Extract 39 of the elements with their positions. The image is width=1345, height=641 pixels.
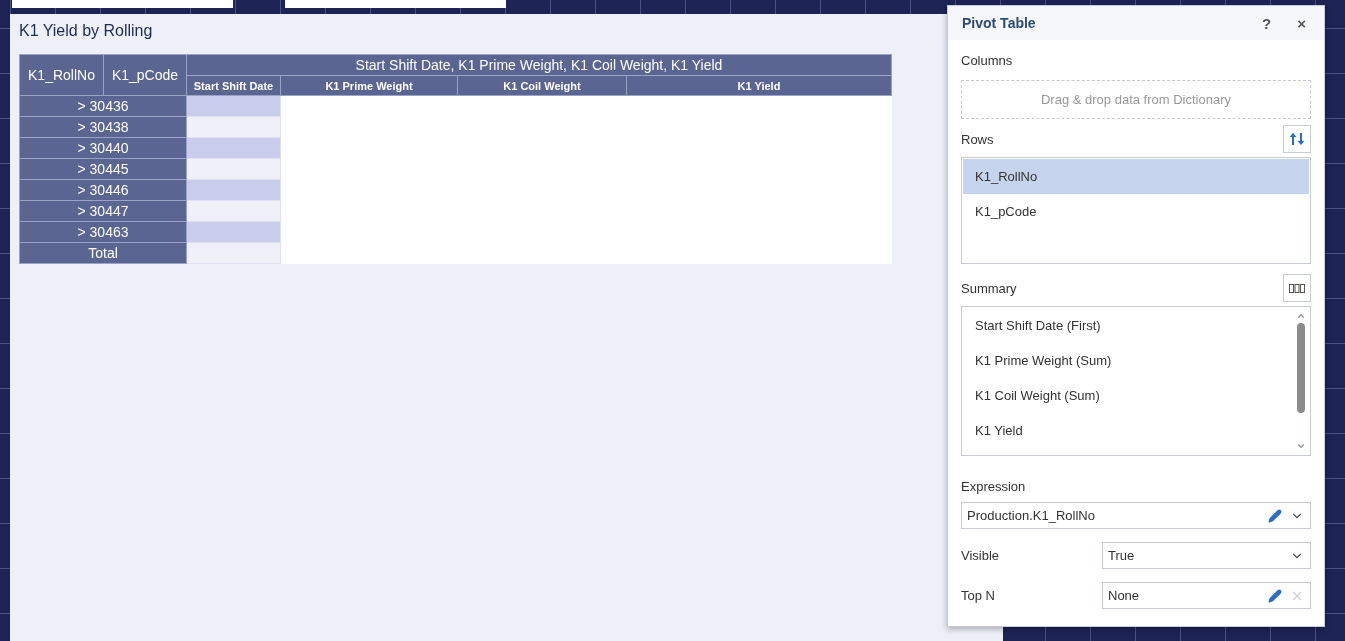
list-item[interactable]: K1 Coil Weight (Sum): [963, 378, 1295, 413]
list-item[interactable]: K1_pCode: [963, 194, 1309, 229]
column-group-header: Start Shift Date, K1 Prime Weight, K1 Coil Weight, K1 Yield: [186, 54, 892, 76]
field-label: Top N: [961, 588, 996, 603]
row-header[interactable]: > 30436: [19, 95, 187, 117]
row-header[interactable]: > 30447: [19, 200, 187, 222]
panel-title: Pivot Table: [962, 15, 1037, 31]
column-header: K1_pCode: [103, 54, 187, 96]
section-label: Summary: [961, 280, 1017, 296]
row-header[interactable]: > 30438: [19, 116, 187, 138]
top-n-field[interactable]: None: [1102, 582, 1311, 609]
section-label: Rows: [961, 131, 994, 147]
list-item[interactable]: Start Shift Date (First): [963, 308, 1295, 343]
swap-button[interactable]: [1283, 125, 1311, 153]
sort-arrows-icon: [1289, 132, 1305, 146]
edit-icon[interactable]: [1268, 588, 1282, 603]
columns-icon: [1289, 283, 1305, 293]
visible-dropdown[interactable]: True: [1102, 542, 1311, 569]
list-item[interactable]: K1 Prime Weight (Sum): [963, 343, 1295, 378]
expression-field[interactable]: Production.K1_RollNo: [961, 502, 1311, 529]
column-header: K1_RollNo: [19, 54, 104, 96]
layout-button[interactable]: [1283, 274, 1311, 302]
scroll-down-icon[interactable]: [1296, 441, 1306, 451]
scrollbar[interactable]: [1295, 311, 1307, 451]
field-label: Visible: [961, 548, 1001, 563]
report-title: K1 Yield by Rolling: [19, 22, 153, 40]
scroll-up-icon[interactable]: [1296, 311, 1306, 321]
section-label: Expression: [961, 478, 1026, 494]
row-header[interactable]: > 30445: [19, 158, 187, 180]
row-header[interactable]: > 30463: [19, 221, 187, 243]
list-item[interactable]: K1_RollNo: [963, 159, 1309, 194]
row-header[interactable]: > 30446: [19, 179, 187, 201]
row-header[interactable]: > 30440: [19, 137, 187, 159]
list-item[interactable]: K1 Yield: [963, 413, 1295, 448]
close-button[interactable]: ×: [1291, 14, 1312, 32]
help-button[interactable]: ?: [1256, 14, 1278, 32]
row-header[interactable]: Total: [19, 242, 187, 264]
edit-icon[interactable]: [1268, 508, 1282, 523]
section-label: Columns: [961, 52, 1013, 68]
